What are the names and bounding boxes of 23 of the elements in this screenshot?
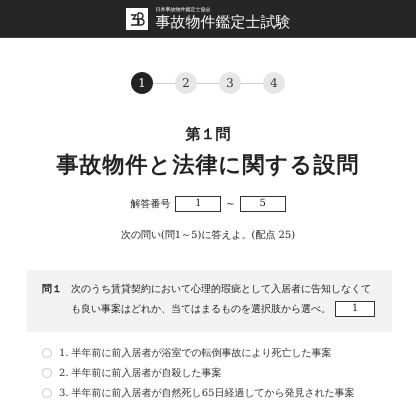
radio-button[interactable] [42, 368, 52, 378]
radio-button[interactable] [42, 348, 52, 358]
step-indicator[interactable]: 2 [175, 72, 197, 94]
site-title: 事故物件鑑定士試験 [156, 14, 290, 30]
question-number-heading: 第１問 [186, 125, 230, 144]
answer-option[interactable]: 2. 半年前に前入居者が自殺した事案 [42, 366, 416, 380]
answer-number-label: 解答番号 [130, 198, 170, 211]
question-text: も良い事案はどれか、当てはまるものを選択肢から選べ。 [71, 304, 331, 315]
question-label: 問１ [42, 282, 62, 297]
section-title: 事故物件と法律に関する設問 [56, 152, 360, 180]
logo-icon [128, 10, 144, 26]
answer-field[interactable]: 1 [175, 196, 222, 212]
answer-field[interactable]: 1 [335, 301, 375, 318]
range-separator: ~ [226, 198, 235, 210]
answer-option[interactable]: 3. 半年前に前入居者が自然死し65日経過してから発見された事案 [42, 386, 416, 400]
answer-field[interactable]: 5 [240, 196, 286, 212]
step-indicator[interactable]: 3 [219, 72, 241, 94]
answer-option[interactable]: 1. 半年前に前入居者が浴室での転倒事故により死亡した事案 [42, 346, 416, 360]
question-text: 次のうち賃貸契約において心理的瑕疵として入居者に告知しなくて [71, 284, 371, 295]
radio-button[interactable] [42, 388, 52, 398]
instruction-text: 次の問い(問1～5)に答えよ。(配点 25) [120, 228, 296, 242]
step-indicator[interactable]: 4 [263, 72, 285, 94]
step-indicator[interactable]: 1 [131, 72, 153, 94]
